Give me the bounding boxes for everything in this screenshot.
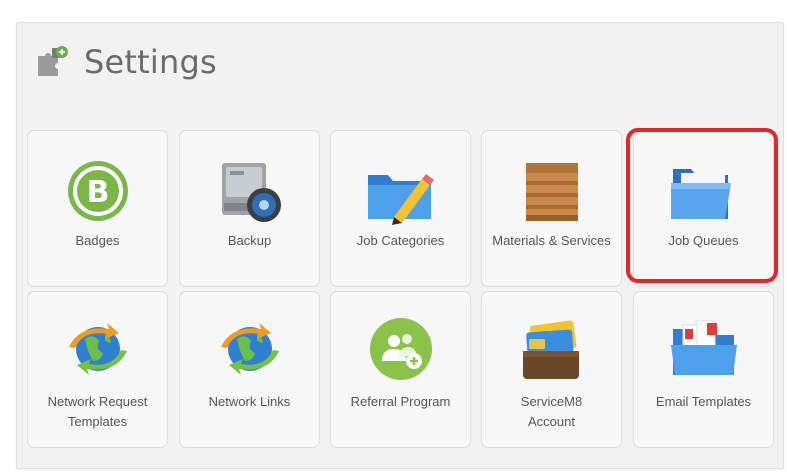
tile-label: Job Queues [668,233,739,248]
tile-job-queues[interactable]: Job Queues [633,130,774,287]
hard-drive-backup-icon [221,163,281,222]
tile-label: Backup [227,233,272,248]
folder-pencil-icon [367,174,434,225]
wallet-card-icon [522,320,579,379]
referral-people-icon [369,318,432,380]
puzzle-piece-icon [38,46,68,76]
tile-label: Network Request Templates [47,394,148,429]
tile-label: ServiceM8 Account [520,394,583,429]
tile-job-categories[interactable]: Job Categories [330,130,471,287]
svg-text:B: B [86,175,109,210]
open-folder-icon [670,169,731,219]
tile-label: Job Categories [356,233,445,248]
tile-label: Referral Program [350,394,451,409]
tile-label: Network Links [208,394,291,409]
tile-badges[interactable]: B Badges [27,130,168,287]
globe-arrows-icon [68,323,127,375]
tile-label: Badges [75,233,120,248]
tile-backup[interactable]: Backup [179,130,320,287]
tile-materials-services[interactable]: Materials & Services [481,130,622,287]
tile-network-request-templates[interactable]: Network Request Templates [27,291,168,448]
globe-arrows-icon [220,323,279,375]
tile-label: Materials & Services [492,233,611,248]
tile-referral-program[interactable]: Referral Program [330,291,471,448]
wooden-crate-icon [525,163,578,221]
tile-network-links[interactable]: Network Links [179,291,320,448]
tile-email-templates[interactable]: Email Templates [633,291,774,448]
folder-documents-icon [670,320,737,375]
badge-b-icon: B [67,161,128,221]
tile-label: Email Templates [655,394,752,409]
page-header: Settings [34,40,217,84]
tile-servicem8-account[interactable]: ServiceM8 Account [481,291,622,448]
page-title: Settings [84,43,217,81]
